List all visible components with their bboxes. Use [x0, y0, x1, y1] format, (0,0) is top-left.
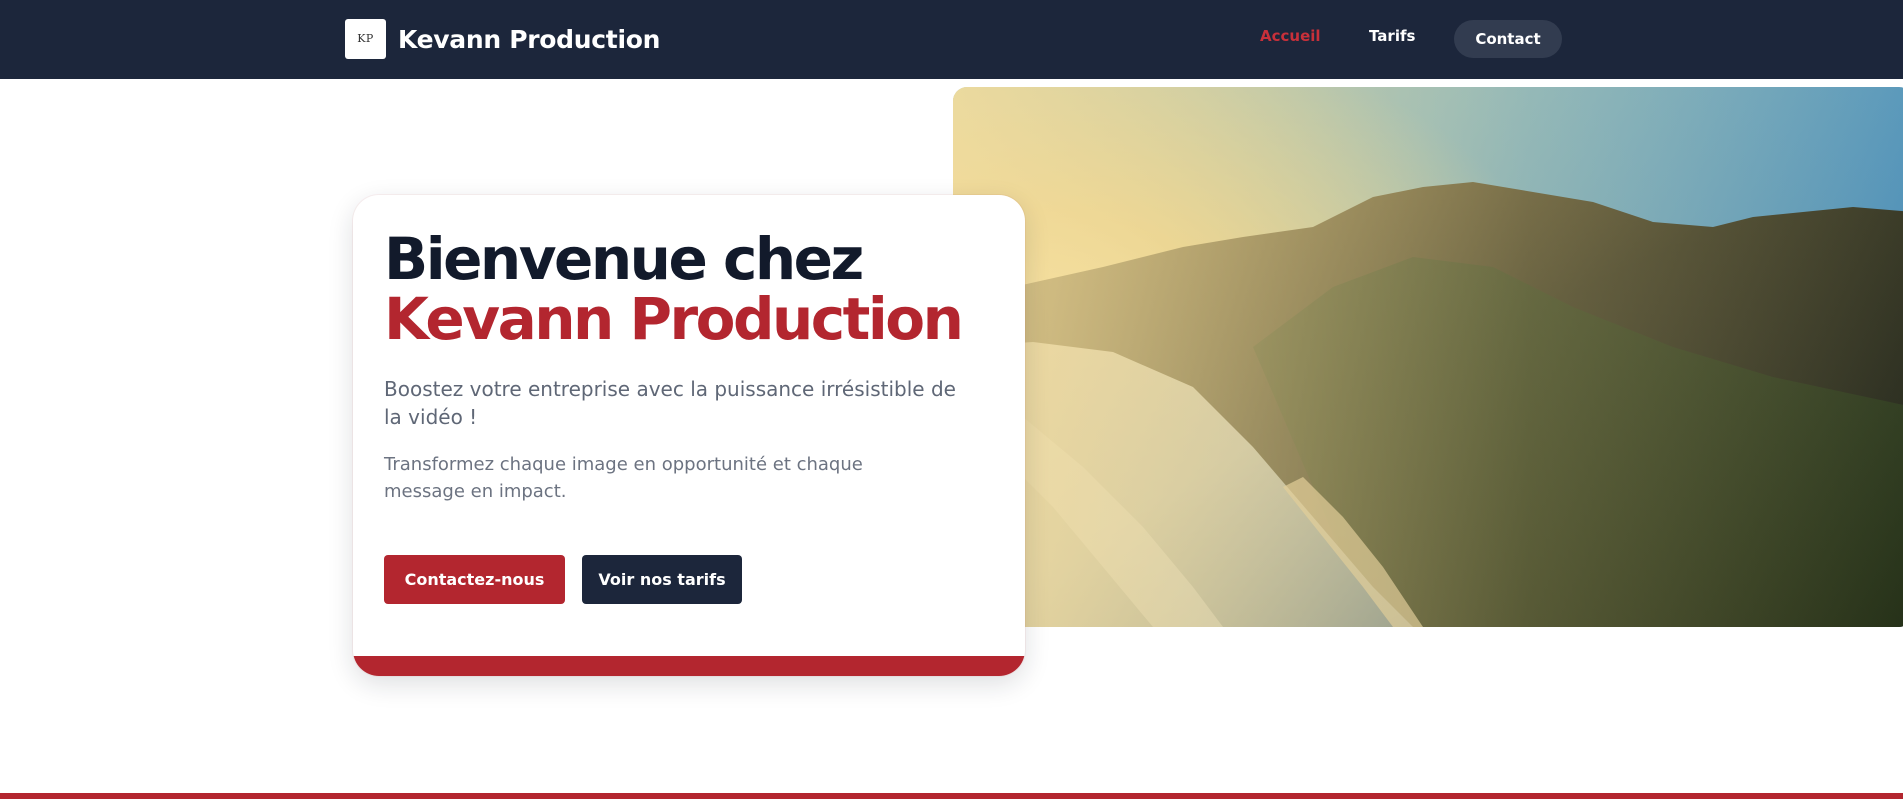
hero-heading-line2: Kevann Production	[384, 285, 964, 353]
brand-name: Kevann Production	[398, 24, 661, 54]
nav-contact-button[interactable]: Contact	[1454, 20, 1562, 58]
hero-tagline: Transformez chaque image en opportunité …	[384, 454, 863, 502]
hero-subtitle: Boostez votre entreprise avec la puissan…	[384, 377, 956, 429]
nav-link-tarifs[interactable]: Tarifs	[1369, 27, 1415, 45]
logo-monogram: KP	[357, 32, 374, 45]
contact-us-button[interactable]: Contactez-nous	[384, 555, 565, 604]
hero-card: Bienvenue chez Kevann Production Boostez…	[353, 195, 1025, 676]
hero-heading-line1: Bienvenue chez	[384, 225, 864, 293]
hero-heading: Bienvenue chez Kevann Production	[384, 225, 964, 353]
brand-logo: KP	[345, 19, 386, 59]
card-accent-bar	[353, 656, 1025, 676]
view-pricing-button[interactable]: Voir nos tarifs	[582, 555, 742, 604]
nav-link-accueil[interactable]: Accueil	[1260, 27, 1321, 45]
brand[interactable]: KP Kevann Production	[345, 19, 660, 59]
footer-accent-strip	[0, 793, 1903, 799]
hero-landscape-image	[953, 87, 1903, 627]
navbar: KP Kevann Production Accueil Tarifs Cont…	[0, 0, 1903, 79]
